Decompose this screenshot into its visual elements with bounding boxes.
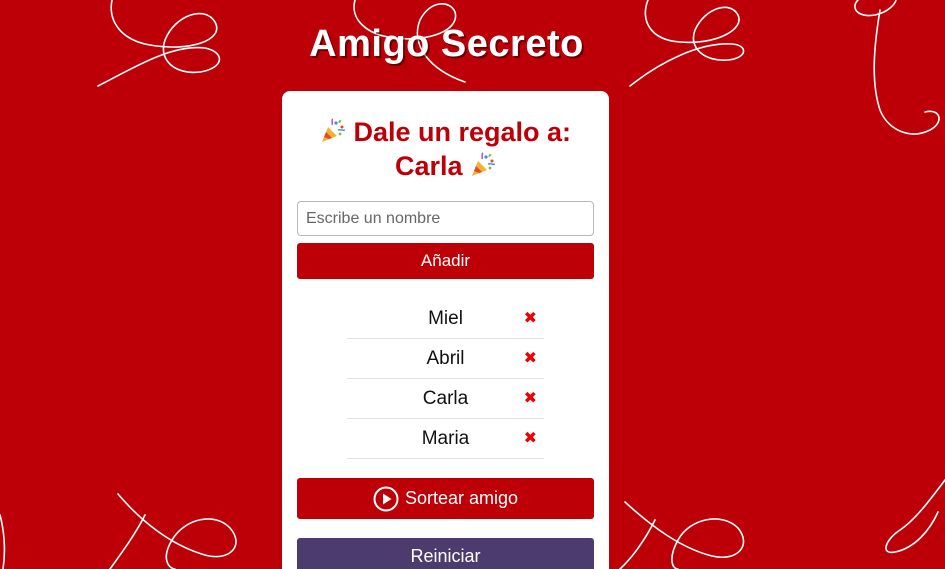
remove-icon[interactable]: ✖ [524, 299, 537, 338]
add-button-label: Añadir [420, 251, 471, 270]
remove-icon[interactable]: ✖ [524, 339, 537, 378]
name-input[interactable] [297, 201, 594, 236]
party-popper-icon [472, 152, 496, 176]
result-label: Dale un regalo a: [353, 117, 572, 147]
remove-icon[interactable]: ✖ [524, 379, 537, 418]
app-title: Amigo Secreto [309, 23, 584, 65]
friend-name: Maria [421, 428, 470, 449]
result-message: Dale un regalo a: Carla [297, 115, 594, 183]
play-circle-icon [373, 486, 399, 511]
remove-icon[interactable]: ✖ [524, 419, 537, 458]
result-name: Carla [394, 151, 463, 181]
reset-button[interactable]: Reiniciar [297, 538, 594, 569]
friend-item: Carla ✖ [347, 379, 544, 419]
add-button[interactable]: Añadir [297, 243, 594, 279]
friend-item: Abril ✖ [347, 339, 544, 379]
friend-name: Miel [428, 308, 463, 329]
draw-friend-button[interactable]: Sortear amigo [297, 478, 594, 519]
reset-button-label: Reiniciar [410, 545, 481, 566]
main-card: Dale un regalo a: Carla Añadir Miel ✖ Ab… [282, 91, 609, 569]
draw-button-label: Sortear amigo [404, 488, 519, 508]
friend-item: Miel ✖ [347, 299, 544, 339]
friend-name: Carla [422, 388, 469, 409]
friend-name: Abril [426, 348, 465, 369]
friend-list: Miel ✖ Abril ✖ Carla ✖ Maria ✖ [347, 299, 544, 459]
friend-item: Maria ✖ [347, 419, 544, 459]
party-popper-icon [321, 118, 346, 142]
